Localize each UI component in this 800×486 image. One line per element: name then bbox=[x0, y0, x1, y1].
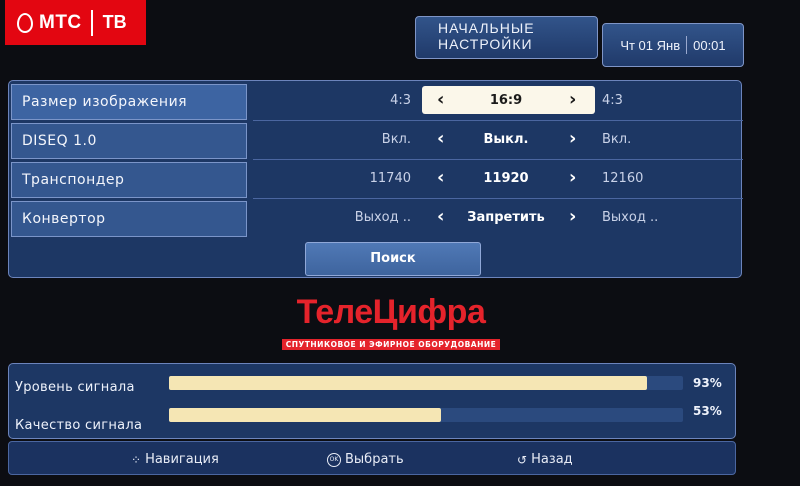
setting-prev-value: Выход .. bbox=[354, 210, 411, 225]
date-text: Чт 01 Янв bbox=[620, 37, 681, 53]
signal-level-fill bbox=[169, 376, 648, 390]
watermark-title: ТелеЦифра bbox=[296, 293, 486, 331]
mts-egg-icon bbox=[17, 12, 33, 33]
brand-product: ТВ bbox=[102, 12, 127, 32]
remote-hint-bar: ⁘ Навигация OK Выбрать ↺ Назад bbox=[8, 441, 736, 475]
chevron-left-icon[interactable]: ‹ bbox=[437, 89, 444, 110]
hint-navigation-label: Навигация bbox=[145, 452, 219, 467]
setting-prev-value: 4:3 bbox=[390, 93, 411, 108]
setting-current-value: 11920 bbox=[483, 171, 529, 186]
setting-row-transponder[interactable]: Транспондер 11740 ‹ 11920 › 12160 bbox=[9, 161, 743, 199]
setting-next-value: Вкл. bbox=[602, 132, 632, 147]
hint-select: OK Выбрать bbox=[327, 452, 404, 467]
setting-prev-value: Вкл. bbox=[381, 132, 411, 147]
back-arrow-icon: ↺ bbox=[517, 452, 528, 467]
chevron-right-icon[interactable]: › bbox=[569, 206, 576, 227]
setting-prev-value: 11740 bbox=[369, 171, 411, 186]
search-button[interactable]: Поиск bbox=[305, 242, 481, 276]
initial-settings-line2: НАСТРОЙКИ bbox=[438, 36, 533, 52]
mts-tv-logo: МТС ТВ bbox=[5, 0, 146, 45]
brand-divider bbox=[90, 9, 93, 36]
date-time-divider bbox=[686, 36, 688, 54]
chevron-right-icon[interactable]: › bbox=[569, 89, 576, 110]
setting-label: Транспондер bbox=[11, 162, 247, 198]
setting-current-value: Выкл. bbox=[483, 132, 529, 147]
telecifra-watermark: ТелеЦифра СПУТНИКОВОЕ И ЭФИРНОЕ ОБОРУДОВ… bbox=[266, 292, 516, 351]
signal-level-label: Уровень сигнала bbox=[15, 380, 135, 395]
initial-settings-button[interactable]: НАЧАЛЬНЫЕ НАСТРОЙКИ bbox=[415, 16, 598, 59]
signal-quality-percent: 53% bbox=[693, 404, 722, 418]
row-divider bbox=[253, 120, 743, 121]
chevron-left-icon[interactable]: ‹ bbox=[437, 167, 444, 188]
tuning-settings-panel: Размер изображения 4:3 ‹ 16:9 › 4:3 DISE… bbox=[8, 80, 743, 278]
initial-settings-line1: НАЧАЛЬНЫЕ bbox=[438, 20, 535, 36]
watermark-subtitle: СПУТНИКОВОЕ И ЭФИРНОЕ ОБОРУДОВАНИЕ bbox=[281, 339, 501, 350]
setting-row-picture-size[interactable]: Размер изображения 4:3 ‹ 16:9 › 4:3 bbox=[9, 83, 743, 121]
setting-row-converter[interactable]: Конвертор Выход .. ‹ Запретить › Выход .… bbox=[9, 200, 743, 238]
setting-next-value: 4:3 bbox=[602, 93, 623, 108]
setting-row-diseqc[interactable]: DISEQ 1.0 Вкл. ‹ Выкл. › Вкл. bbox=[9, 122, 743, 160]
setting-current-value: 16:9 bbox=[489, 93, 523, 108]
chevron-left-icon[interactable]: ‹ bbox=[437, 206, 444, 227]
ok-button-icon: OK bbox=[327, 452, 341, 467]
signal-level-bar bbox=[169, 376, 683, 390]
setting-label: Конвертор bbox=[11, 201, 247, 237]
signal-quality-bar bbox=[169, 408, 683, 422]
signal-level-percent: 93% bbox=[693, 376, 722, 390]
row-divider bbox=[253, 198, 743, 199]
setting-label: DISEQ 1.0 bbox=[11, 123, 247, 159]
date-time-box: Чт 01 Янв 00:01 bbox=[602, 23, 744, 67]
hint-back-label: Назад bbox=[531, 452, 573, 467]
chevron-right-icon[interactable]: › bbox=[569, 167, 576, 188]
row-divider bbox=[253, 159, 743, 160]
setting-current-value: Запретить bbox=[467, 210, 545, 225]
signal-quality-fill bbox=[169, 408, 442, 422]
setting-next-value: 12160 bbox=[602, 171, 644, 186]
setting-next-value: Выход .. bbox=[602, 210, 659, 225]
setting-label: Размер изображения bbox=[11, 84, 247, 120]
signal-panel: Уровень сигнала 93% Качество сигнала 53% bbox=[8, 363, 736, 439]
hint-back: ↺ Назад bbox=[517, 452, 573, 467]
chevron-left-icon[interactable]: ‹ bbox=[437, 128, 444, 149]
hint-navigation: ⁘ Навигация bbox=[131, 452, 219, 467]
clock-text: 00:01 bbox=[693, 37, 726, 53]
chevron-right-icon[interactable]: › bbox=[569, 128, 576, 149]
hint-select-label: Выбрать bbox=[345, 452, 404, 467]
signal-quality-label: Качество сигнала bbox=[15, 418, 143, 433]
dpad-icon: ⁘ bbox=[131, 452, 142, 467]
brand-name: МТС bbox=[39, 11, 82, 33]
